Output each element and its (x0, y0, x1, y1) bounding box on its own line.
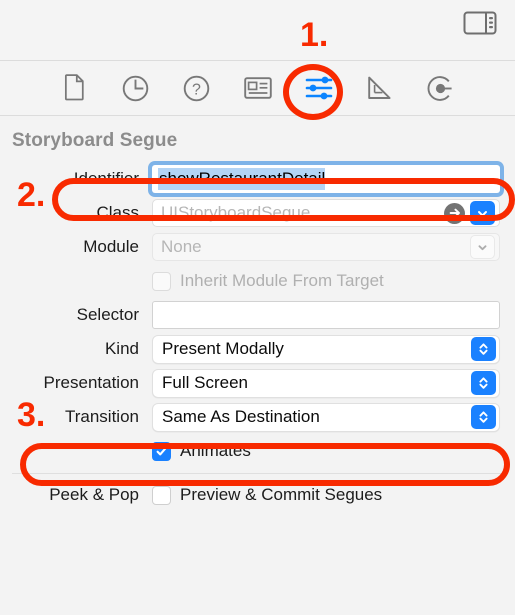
kind-popup-button[interactable]: Present Modally (152, 334, 500, 364)
identifier-input[interactable]: showRestaurantDetail (152, 165, 500, 193)
module-combo[interactable]: None (152, 233, 500, 261)
row-peek-and-pop: Peek & Pop Preview & Commit Segues (0, 478, 515, 512)
class-combo-value: UIStoryboardSegue (161, 203, 311, 222)
preview-commit-segues-checkbox[interactable] (152, 485, 171, 505)
inspector-tabbar: ? (0, 61, 515, 116)
transition-popup-button[interactable]: Same As Destination (152, 402, 500, 432)
chevron-up-down-icon[interactable] (471, 371, 496, 395)
checkmark-icon (156, 446, 167, 455)
section-divider (12, 473, 503, 474)
sidebar-item-file-inspector[interactable] (54, 68, 96, 108)
inspector-panel-toggle-icon[interactable] (463, 10, 497, 36)
row-module: Module None (0, 230, 515, 264)
peek-and-pop-label: Peek & Pop (49, 485, 139, 504)
row-inherit-module: Inherit Module From Target (0, 264, 515, 298)
animates-checkbox[interactable] (152, 441, 171, 461)
chevron-down-icon (478, 210, 487, 217)
chevron-up-down-icon[interactable] (471, 405, 496, 429)
class-combo[interactable]: UIStoryboardSegue (152, 199, 500, 227)
animates-label: Animates (180, 441, 251, 460)
sidebar-item-quick-help-inspector[interactable]: ? (176, 68, 218, 108)
preview-commit-segues-label: Preview & Commit Segues (180, 485, 383, 504)
connection-dot-icon (427, 75, 454, 102)
module-label: Module (83, 237, 139, 256)
document-icon (63, 74, 87, 102)
annotation-step-3: 3. (17, 396, 46, 434)
sidebar-item-attributes-inspector[interactable] (298, 68, 340, 108)
row-class: Class UIStoryboardSegue (0, 196, 515, 230)
attributes-inspector-panel: Storyboard Segue Identifier showRestaura… (0, 116, 515, 512)
row-identifier: Identifier showRestaurantDetail (0, 162, 515, 196)
chevron-down-icon (478, 244, 487, 250)
row-transition: Transition Same As Destination (0, 400, 515, 434)
transition-popup-value: Same As Destination (162, 407, 320, 426)
kind-popup-value: Present Modally (162, 339, 284, 358)
presentation-popup-value: Full Screen (162, 373, 248, 392)
row-animates: Animates (0, 434, 515, 468)
arrow-right-circle-icon[interactable] (444, 202, 465, 224)
selector-label: Selector (76, 305, 139, 324)
page-title: Storyboard Segue (12, 130, 178, 151)
presentation-label: Presentation (43, 373, 139, 392)
inherit-module-checkbox (152, 271, 171, 291)
inherit-module-label: Inherit Module From Target (180, 271, 384, 290)
presentation-popup-button[interactable]: Full Screen (152, 368, 500, 398)
module-dropdown-button[interactable] (470, 235, 495, 259)
row-presentation: Presentation Full Screen (0, 366, 515, 400)
class-dropdown-button[interactable] (470, 201, 495, 225)
question-circle-icon: ? (183, 75, 210, 102)
chevron-up-down-icon[interactable] (471, 337, 496, 361)
id-card-icon (243, 77, 272, 99)
clock-icon (122, 75, 149, 102)
window-topbar (0, 0, 515, 61)
row-selector: Selector (0, 298, 515, 332)
sliders-icon (304, 75, 334, 101)
sidebar-item-connections-inspector[interactable] (420, 68, 462, 108)
sidebar-item-identity-inspector[interactable] (237, 68, 279, 108)
annotation-step-1: 1. (300, 16, 329, 54)
row-kind: Kind Present Modally (0, 332, 515, 366)
sidebar-item-size-inspector[interactable] (359, 68, 401, 108)
identifier-input-value: showRestaurantDetail (158, 167, 326, 191)
selector-input[interactable] (152, 301, 500, 329)
ruler-triangle-icon (366, 75, 393, 101)
svg-text:?: ? (192, 81, 201, 98)
module-combo-value: None (161, 237, 202, 256)
kind-label: Kind (104, 339, 139, 358)
annotation-step-2: 2. (17, 176, 46, 214)
sidebar-item-history-inspector[interactable] (115, 68, 157, 108)
